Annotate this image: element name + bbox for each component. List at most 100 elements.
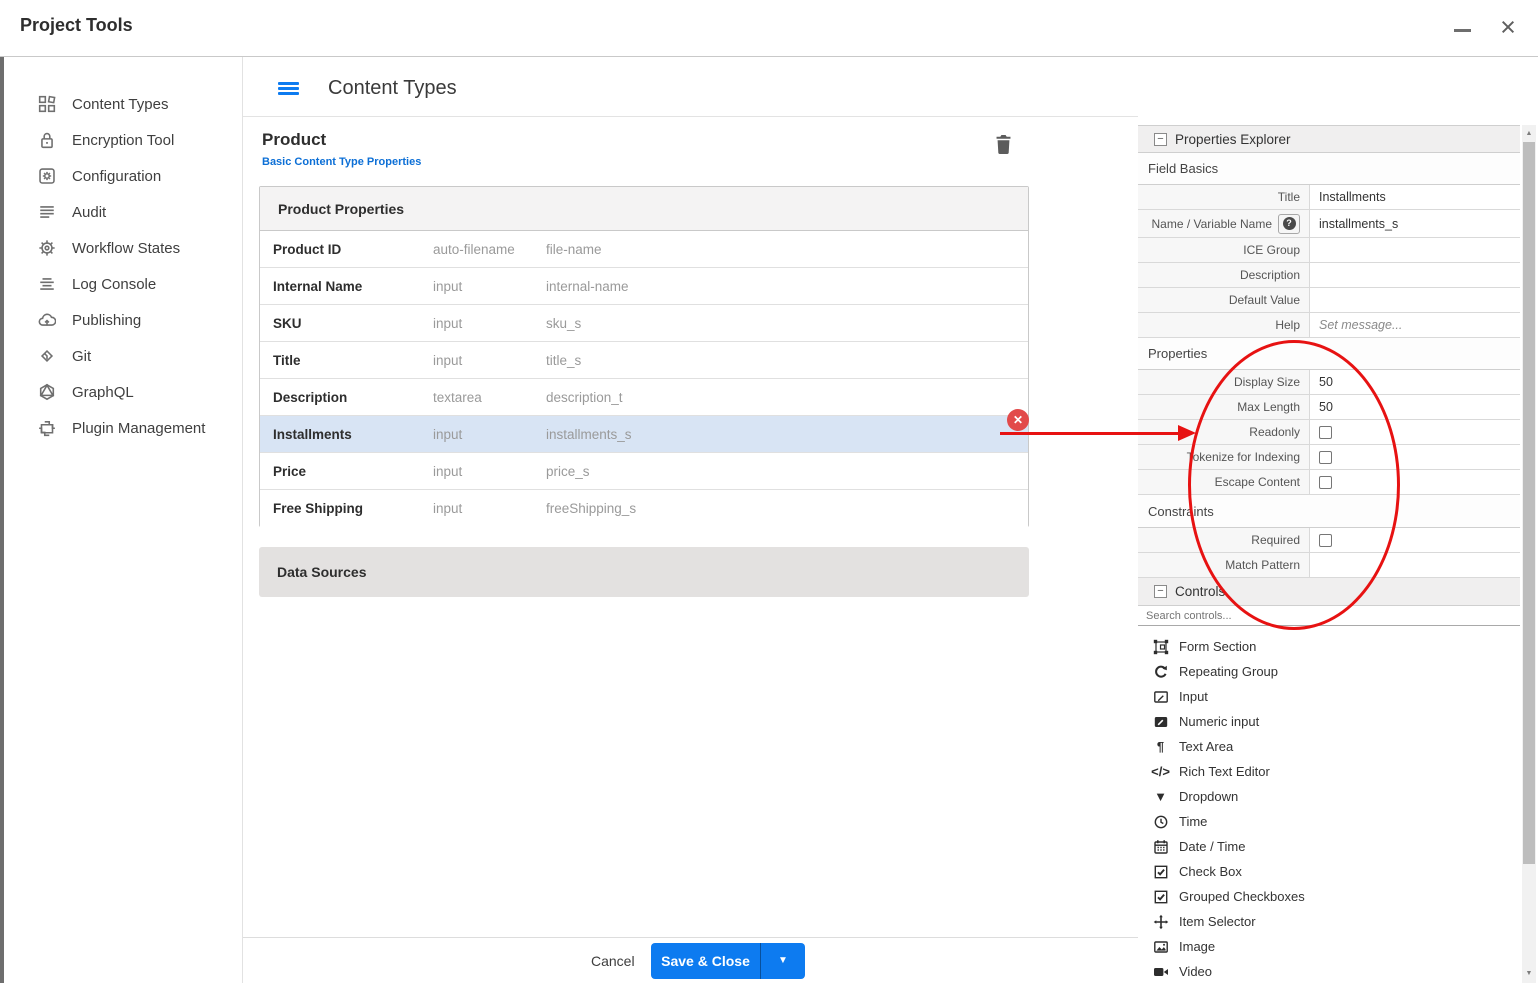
scroll-down-icon[interactable]: ▼	[1522, 967, 1536, 981]
field-row-sku[interactable]: SKUinputsku_s	[260, 305, 1028, 342]
git-icon	[38, 347, 56, 365]
property-value-cell[interactable]: installments_s	[1310, 210, 1520, 237]
field-row-description[interactable]: Descriptiontextareadescription_t	[260, 379, 1028, 416]
property-value-cell[interactable]	[1310, 553, 1520, 577]
data-sources-section-header[interactable]: Data Sources	[259, 547, 1029, 597]
cancel-button[interactable]: Cancel	[591, 938, 635, 983]
control-item-label: Check Box	[1179, 864, 1242, 879]
save-close-button[interactable]: Save & Close	[651, 943, 760, 979]
cloud-upload-icon	[38, 311, 56, 329]
help-button[interactable]: ?	[1278, 214, 1300, 234]
control-item-repeating-group[interactable]: Repeating Group	[1138, 659, 1520, 684]
sidebar-item-git[interactable]: Git	[4, 338, 242, 374]
sidebar-item-workflow-states[interactable]: Workflow States	[4, 230, 242, 266]
sidebar-item-label: Workflow States	[72, 240, 180, 257]
field-row-internal-name[interactable]: Internal Nameinputinternal-name	[260, 268, 1028, 305]
property-label-text: Title	[1278, 190, 1300, 204]
property-label-text: Required	[1251, 533, 1300, 547]
field-row-product-id[interactable]: Product IDauto-filenamefile-name	[260, 231, 1028, 268]
property-row-title: Title Installments	[1138, 185, 1520, 210]
property-value-cell[interactable]: Installments	[1310, 185, 1520, 209]
sidebar-item-configuration[interactable]: Configuration	[4, 158, 242, 194]
control-item-rich-text-editor[interactable]: </>Rich Text Editor	[1138, 759, 1520, 784]
annotation-arrow-head	[1178, 425, 1196, 441]
field-control: input	[433, 427, 546, 442]
checkbox-required[interactable]	[1319, 534, 1332, 547]
field-row-price[interactable]: Priceinputprice_s	[260, 453, 1028, 490]
property-value-cell[interactable]	[1310, 445, 1520, 469]
control-item-text-area[interactable]: ¶Text Area	[1138, 734, 1520, 759]
panel-scrollbar[interactable]: ▲ ▼	[1522, 125, 1536, 983]
collapse-icon[interactable]: −	[1154, 585, 1167, 598]
control-item-label: Time	[1179, 814, 1207, 829]
group-header-properties: Properties	[1138, 338, 1520, 370]
control-item-input[interactable]: Input	[1138, 684, 1520, 709]
search-controls-input[interactable]	[1138, 607, 1520, 626]
properties-explorer-header[interactable]: − Properties Explorer	[1138, 126, 1520, 153]
control-item-dropdown[interactable]: ▼Dropdown	[1138, 784, 1520, 809]
property-label-text: Help	[1275, 318, 1300, 332]
controls-header[interactable]: − Controls	[1138, 578, 1520, 606]
field-control: input	[433, 353, 546, 368]
sidebar-item-encryption-tool[interactable]: Encryption Tool	[4, 122, 242, 158]
sidebar-item-publishing[interactable]: Publishing	[4, 302, 242, 338]
sidebar-item-content-types[interactable]: Content Types	[4, 86, 242, 122]
control-item-check-box[interactable]: Check Box	[1138, 859, 1520, 884]
sidebar-item-plugin-management[interactable]: Plugin Management	[4, 410, 242, 446]
delete-field-icon[interactable]: ✕	[1007, 409, 1029, 431]
control-item-numeric-input[interactable]: Numeric input	[1138, 709, 1520, 734]
collapse-icon[interactable]: −	[1154, 133, 1167, 146]
sidebar-item-graphql[interactable]: GraphQL	[4, 374, 242, 410]
sidebar-item-log-console[interactable]: Log Console	[4, 266, 242, 302]
field-variable: installments_s	[546, 427, 1028, 442]
scroll-up-icon[interactable]: ▲	[1522, 127, 1536, 141]
property-value-cell[interactable]: Set message...	[1310, 313, 1520, 337]
property-label: ICE Group	[1138, 238, 1310, 262]
property-row-tokenize-for-indexing: Tokenize for Indexing	[1138, 445, 1520, 470]
tools-sidebar: Content TypesEncryption ToolConfiguratio…	[4, 57, 243, 983]
properties-explorer-panel: − Properties Explorer Field BasicsTitleI…	[1138, 125, 1520, 983]
field-row-installments[interactable]: Installmentsinputinstallments_s	[260, 416, 1028, 453]
close-button[interactable]: ×	[1493, 10, 1523, 44]
minimize-button[interactable]	[1449, 18, 1477, 42]
checkbox-tokenize-for-indexing[interactable]	[1319, 451, 1332, 464]
configuration-icon	[38, 167, 56, 185]
checkbox-escape-content[interactable]	[1319, 476, 1332, 489]
property-row-required: Required	[1138, 528, 1520, 553]
property-value-cell[interactable]	[1310, 470, 1520, 494]
controls-list: Form SectionRepeating GroupInputNumeric …	[1138, 626, 1520, 983]
property-value-cell[interactable]	[1310, 238, 1520, 262]
control-item-form-section[interactable]: Form Section	[1138, 634, 1520, 659]
control-item-item-selector[interactable]: Item Selector	[1138, 909, 1520, 934]
property-value-cell[interactable]: 50	[1310, 395, 1520, 419]
delete-content-type-button[interactable]	[995, 135, 1015, 157]
property-value-cell[interactable]	[1310, 528, 1520, 552]
control-item-time[interactable]: Time	[1138, 809, 1520, 834]
control-item-video[interactable]: Video	[1138, 959, 1520, 983]
control-item-grouped-checkboxes[interactable]: Grouped Checkboxes	[1138, 884, 1520, 909]
field-control: input	[433, 464, 546, 479]
property-value-cell[interactable]: 50	[1310, 370, 1520, 394]
basic-properties-link[interactable]: Basic Content Type Properties	[262, 156, 421, 168]
puzzle-icon	[38, 419, 56, 437]
image-icon	[1152, 938, 1169, 955]
control-item-date-time[interactable]: Date / Time	[1138, 834, 1520, 859]
property-label: Escape Content	[1138, 470, 1310, 494]
hamburger-menu-icon[interactable]	[278, 82, 299, 95]
save-close-split-button[interactable]: Save & Close ▼	[651, 943, 805, 979]
property-label: Title	[1138, 185, 1310, 209]
editor-footer: Cancel Save & Close ▼	[243, 937, 1138, 983]
window-titlebar: Project Tools ×	[0, 0, 1538, 57]
property-value-cell[interactable]	[1310, 263, 1520, 287]
field-row-free-shipping[interactable]: Free ShippinginputfreeShipping_s	[260, 490, 1028, 527]
control-item-image[interactable]: Image	[1138, 934, 1520, 959]
sidebar-item-audit[interactable]: Audit	[4, 194, 242, 230]
checkbox-readonly[interactable]	[1319, 426, 1332, 439]
save-options-dropdown[interactable]: ▼	[760, 943, 805, 979]
property-value-cell[interactable]	[1310, 288, 1520, 312]
product-properties-header[interactable]: Product Properties	[260, 187, 1028, 231]
property-value-cell[interactable]	[1310, 420, 1520, 444]
field-row-title[interactable]: Titleinputtitle_s	[260, 342, 1028, 379]
scrollbar-thumb[interactable]	[1523, 142, 1535, 864]
property-label-text: Name / Variable Name	[1152, 217, 1273, 231]
